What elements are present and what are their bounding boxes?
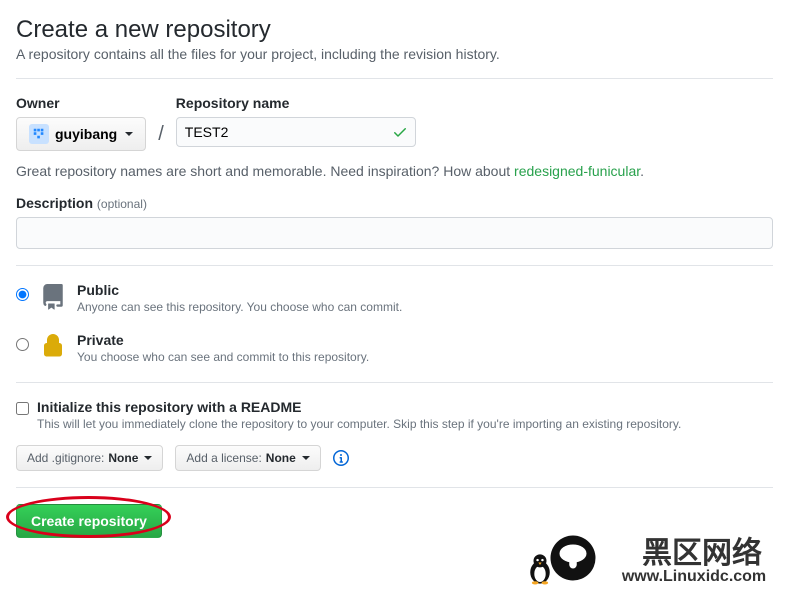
- public-title: Public: [77, 282, 402, 298]
- divider: [16, 487, 773, 488]
- name-hint: Great repository names are short and mem…: [16, 163, 773, 179]
- private-title: Private: [77, 332, 369, 348]
- suggestion-link[interactable]: redesigned-funicular: [514, 163, 640, 179]
- gitignore-value: None: [108, 451, 138, 465]
- page-title: Create a new repository: [16, 16, 773, 44]
- private-desc: You choose who can see and commit to thi…: [77, 350, 369, 364]
- gitignore-prefix: Add .gitignore:: [27, 451, 104, 465]
- public-desc: Anyone can see this repository. You choo…: [77, 300, 402, 314]
- gitignore-select-button[interactable]: Add .gitignore: None: [16, 445, 163, 471]
- repo-name-input[interactable]: [176, 117, 416, 147]
- chevron-down-icon: [125, 132, 133, 136]
- hint-suffix: .: [640, 163, 644, 179]
- optional-text: (optional): [97, 197, 147, 211]
- page-subtitle: A repository contains all the files for …: [16, 46, 773, 62]
- info-icon[interactable]: [333, 450, 349, 466]
- divider: [16, 382, 773, 383]
- license-select-button[interactable]: Add a license: None: [175, 445, 320, 471]
- readme-desc: This will let you immediately clone the …: [37, 417, 681, 431]
- license-value: None: [266, 451, 296, 465]
- slash-separator: /: [154, 95, 168, 146]
- private-radio[interactable]: [16, 338, 29, 351]
- owner-select-button[interactable]: guyibang: [16, 117, 146, 151]
- description-label: Description (optional): [16, 195, 773, 211]
- public-radio[interactable]: [16, 288, 29, 301]
- repo-public-icon: [39, 282, 67, 310]
- repo-name-label: Repository name: [176, 95, 416, 111]
- license-prefix: Add a license:: [186, 451, 261, 465]
- check-icon: [392, 124, 408, 145]
- owner-avatar-icon: [29, 124, 49, 144]
- readme-checkbox[interactable]: [16, 402, 29, 415]
- penguin-icon: [527, 552, 553, 586]
- divider: [16, 265, 773, 266]
- divider: [16, 78, 773, 79]
- description-input[interactable]: [16, 217, 773, 249]
- watermark-text-1: 黑区网络: [587, 528, 789, 572]
- chevron-down-icon: [302, 456, 310, 460]
- create-repository-button[interactable]: Create repository: [16, 504, 162, 538]
- watermark-text-2: www.Linuxidc.com: [579, 568, 789, 586]
- readme-title: Initialize this repository with a README: [37, 399, 681, 415]
- chevron-down-icon: [144, 456, 152, 460]
- owner-label: Owner: [16, 95, 146, 111]
- lock-icon: [39, 332, 67, 358]
- hint-prefix: Great repository names are short and mem…: [16, 163, 514, 179]
- owner-name: guyibang: [55, 126, 117, 142]
